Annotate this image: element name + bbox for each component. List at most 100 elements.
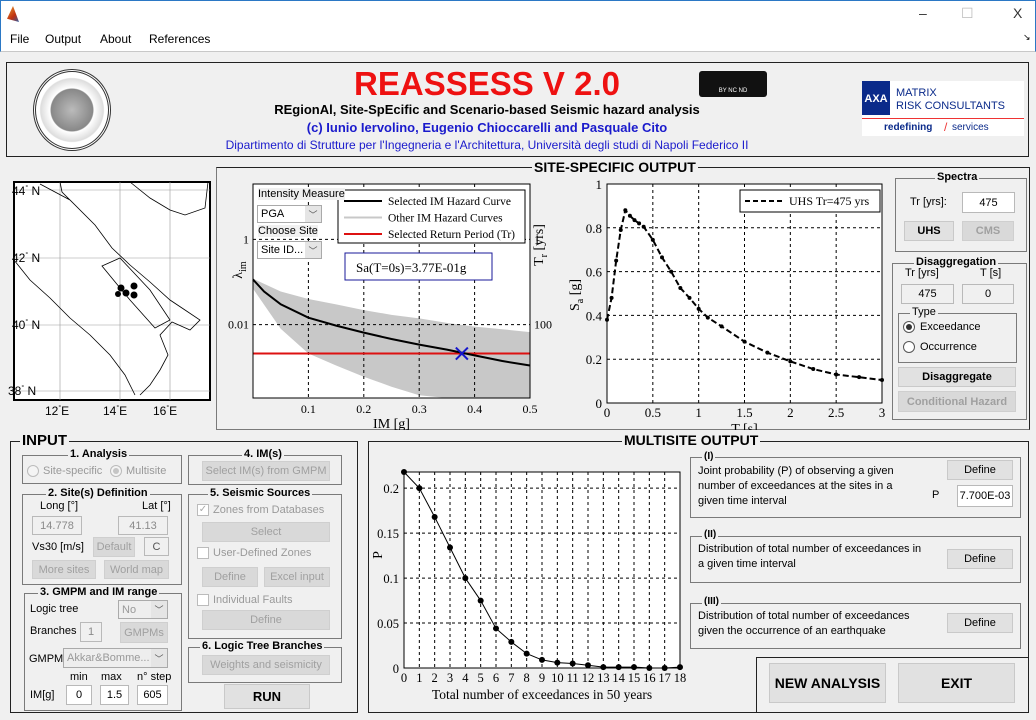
step-label: n° step (137, 671, 172, 683)
new-analysis-button[interactable]: NEW ANALYSIS (769, 663, 886, 703)
world-map-button[interactable]: World map (104, 560, 169, 579)
legend-entry: Selected Return Period (Tr) (388, 229, 515, 241)
box-i-title: (I) (702, 451, 716, 462)
default-button[interactable]: Default (93, 537, 135, 557)
intensity-measure-dropdown[interactable]: PGA ﹀ (257, 205, 322, 223)
branches-input[interactable]: 1 (80, 622, 102, 642)
data-point (462, 575, 469, 582)
vs30-class-input[interactable]: C (144, 537, 169, 556)
faults-label: Individual Faults (213, 594, 293, 606)
toolbar-toggle-icon[interactable]: ↘ (1023, 32, 1031, 43)
data-point (719, 324, 724, 329)
y-tick-label: 0.6 (586, 265, 603, 280)
lon-label-16: 16°E (153, 404, 178, 418)
zones-db-label: Zones from Databases (213, 504, 325, 516)
x-tick-label: 13 (597, 671, 610, 685)
axa-matrix-logo: AXA MATRIX RISK CONSULTANTS redefining /… (862, 81, 1024, 136)
occurrence-label: Occurrence (920, 341, 977, 353)
x-tick-label: 3 (879, 405, 886, 420)
define-joint-probability-button[interactable]: Define (947, 460, 1013, 480)
occurrence-radio[interactable] (903, 341, 915, 353)
exceedance-radio[interactable] (903, 321, 915, 333)
more-sites-button[interactable]: More sites (32, 560, 96, 579)
logic-tree-title: 6. Logic Tree Branches (200, 640, 325, 652)
p-value-input[interactable]: 7.700E-03 (957, 485, 1013, 507)
define-zones-button[interactable]: Define (202, 567, 258, 587)
disagg-tr-label: Tr [yrs] (905, 267, 939, 279)
cms-button[interactable]: CMS (962, 221, 1014, 241)
data-point (788, 359, 793, 364)
choose-site-label: Choose Site (258, 225, 318, 237)
long-input[interactable]: 14.778 (32, 516, 82, 535)
define-distribution-earthquake-button[interactable]: Define (947, 613, 1013, 633)
data-point (678, 286, 683, 291)
data-point (508, 638, 515, 645)
multisite-label: Multisite (126, 465, 167, 477)
define-distribution-time-button[interactable]: Define (947, 549, 1013, 569)
logo-tagline-b: services (952, 122, 989, 133)
define-faults-button[interactable]: Define (202, 610, 330, 630)
exit-button[interactable]: EXIT (898, 663, 1015, 703)
title-bar: – ☐ X (0, 0, 1036, 28)
disagg-tr-input[interactable]: 475 (901, 284, 954, 304)
cc-license-text: BY NC ND (718, 88, 748, 94)
user-zones-checkbox[interactable] (197, 547, 209, 559)
lon-value: 12 (45, 404, 59, 418)
y-tick-label: 0 (596, 396, 603, 411)
box-ii-title: (II) (702, 529, 719, 540)
y-tick-label: 0.2 (586, 352, 602, 367)
menu-output[interactable]: Output (45, 32, 81, 46)
disagg-t-input[interactable]: 0 (962, 284, 1014, 304)
menu-about[interactable]: About (100, 32, 131, 46)
maximize-button[interactable]: ☐ (961, 5, 974, 22)
lon-hemisphere: E (61, 404, 70, 418)
disaggregate-button[interactable]: Disaggregate (898, 367, 1016, 387)
menu-file[interactable]: File (10, 32, 29, 46)
choose-site-dropdown[interactable]: Site ID... ﹀ (257, 241, 322, 259)
lat-label: Lat [°] (142, 500, 171, 512)
exceedance-label: Exceedance (920, 321, 981, 333)
sources-title: 5. Seismic Sources (208, 487, 313, 499)
select-zones-button[interactable]: Select (202, 522, 330, 542)
sites-title: 2. Site(s) Definition (46, 487, 150, 499)
run-button[interactable]: RUN (224, 684, 310, 709)
multisite-output-title: MULTISITE OUTPUT (622, 432, 761, 448)
gmpms-button[interactable]: GMPMs (120, 622, 168, 643)
gmpm-dropdown[interactable]: Akkar&Bomme... ﹀ (63, 648, 168, 668)
y2-tick-label: 100 (534, 318, 552, 332)
close-button[interactable]: X (1013, 5, 1022, 21)
x-tick-label: 14 (612, 671, 625, 685)
app-title: REASSESS V 2.0 (354, 65, 620, 102)
data-point (569, 660, 576, 667)
weights-button[interactable]: Weights and seismicity (202, 655, 330, 675)
im-step-input[interactable]: 605 (137, 685, 168, 705)
y-tick-label: 0.15 (377, 527, 399, 541)
spectra-tr-input[interactable]: 475 (962, 192, 1015, 213)
x-tick-label: 0.5 (523, 402, 538, 416)
menu-references[interactable]: References (149, 32, 210, 46)
select-ims-button[interactable]: Select IM(s) from GMPM (202, 461, 330, 481)
data-point (523, 650, 530, 657)
lat-input[interactable]: 41.13 (118, 516, 168, 535)
excel-input-button[interactable]: Excel input (264, 567, 330, 587)
multisite-radio[interactable] (110, 465, 122, 477)
x-axis-label: IM [g] (373, 417, 410, 430)
faults-checkbox[interactable] (197, 594, 209, 606)
x-tick-label: 2 (787, 405, 794, 420)
im-max-input[interactable]: 1.5 (100, 685, 129, 705)
legend-entry: UHS Tr=475 yrs (789, 194, 869, 208)
im-min-input[interactable]: 0 (66, 685, 92, 705)
conditional-hazard-button[interactable]: Conditional Hazard (898, 391, 1016, 412)
logic-tree-dropdown[interactable]: No ﹀ (118, 600, 168, 619)
minimize-button[interactable]: – (919, 5, 927, 21)
site-specific-radio[interactable] (27, 465, 39, 477)
header-panel: REASSESS V 2.0 BY NC ND REgionAl, Site-S… (6, 62, 1029, 157)
data-point (416, 485, 423, 492)
cc-license-badge: BY NC ND (699, 71, 767, 97)
user-zones-label: User-Defined Zones (213, 547, 312, 559)
x-axis-label: T [s] (731, 422, 758, 430)
uhs-button[interactable]: UHS (904, 221, 954, 241)
department: Dipartimento di Strutture per l'Ingegner… (225, 138, 749, 152)
data-point (623, 208, 628, 213)
zones-db-checkbox[interactable]: ✓ (197, 504, 209, 516)
